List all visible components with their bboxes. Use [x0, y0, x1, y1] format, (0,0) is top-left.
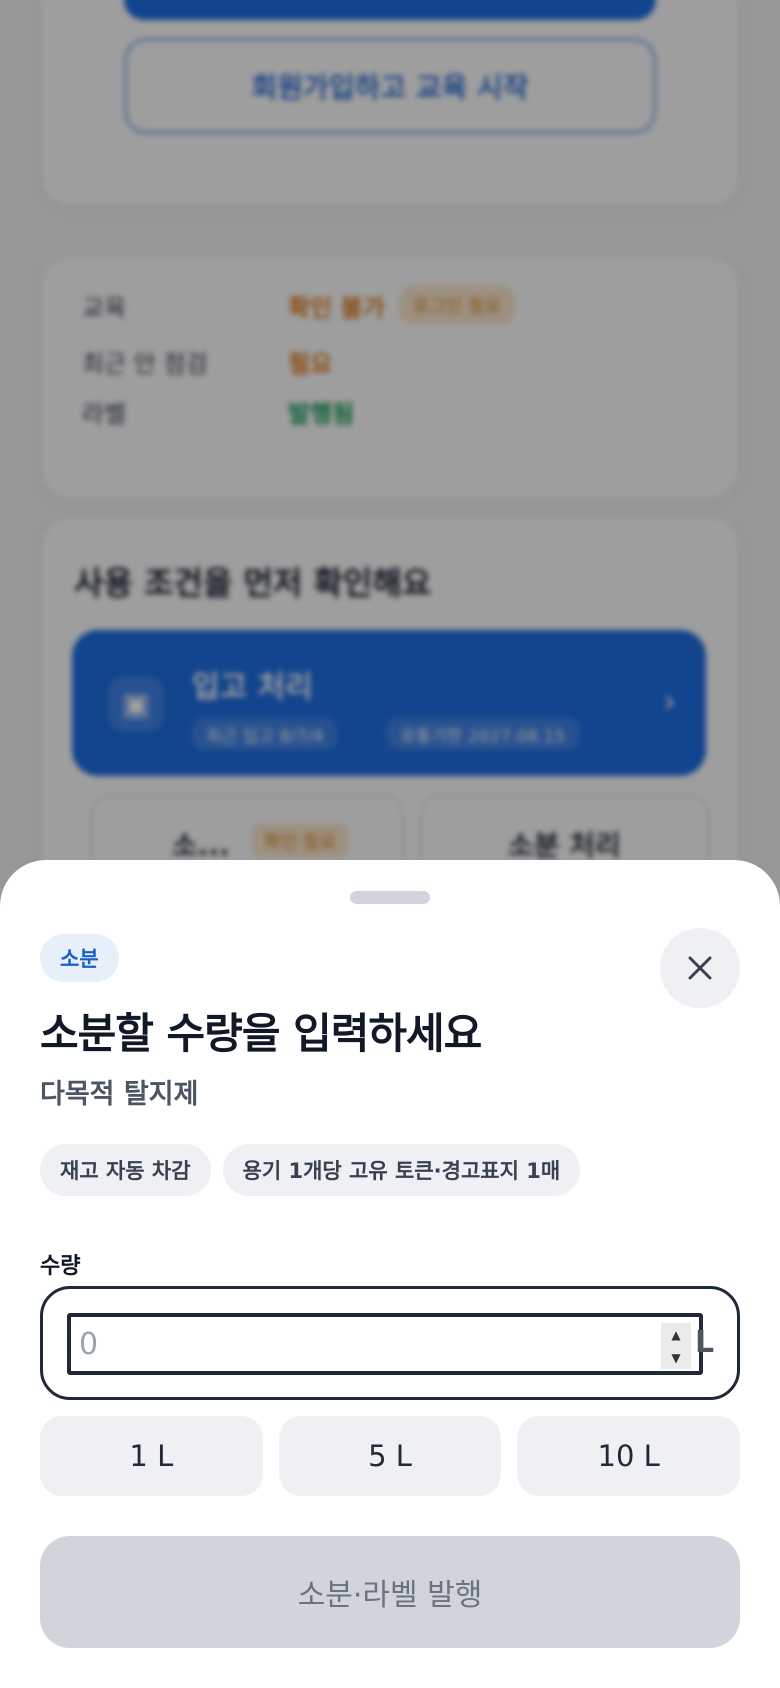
close-button[interactable] [660, 928, 740, 1008]
page: 회원가입하고 교육 시작 교육 확인 불가 로그인 필요 최근 안 점검 필요 … [0, 0, 780, 1688]
quantity-field: ▲ ▼ L [40, 1286, 740, 1400]
sheet-title: 소분할 수량을 입력하세요 [40, 1009, 482, 1058]
preset-10l-button[interactable]: 10 L [517, 1416, 741, 1496]
quantity-input[interactable] [67, 1313, 703, 1375]
bottom-sheet: 소분 소분할 수량을 입력하세요 다목적 탈지제 재고 자동 차감 용기 1개당… [0, 860, 780, 1688]
chevron-down-icon[interactable]: ▼ [671, 1352, 680, 1364]
preset-5l-button[interactable]: 5 L [278, 1416, 502, 1496]
sheet-drag-handle[interactable] [350, 891, 430, 904]
close-icon [688, 956, 712, 980]
product-name: 다목적 탈지제 [40, 1079, 199, 1110]
chevron-up-icon[interactable]: ▲ [671, 1329, 680, 1341]
quantity-stepper[interactable]: ▲ ▼ [661, 1323, 691, 1369]
info-chips: 재고 자동 차감 용기 1개당 고유 토큰·경고표지 1매 [40, 1144, 581, 1196]
quantity-label: 수량 [40, 1254, 81, 1279]
preset-1l-button[interactable]: 1 L [40, 1416, 263, 1496]
quantity-presets: 1 L 5 L 10 L [40, 1416, 741, 1496]
issue-label-button[interactable]: 소분·라벨 발행 [40, 1536, 740, 1648]
info-chip: 재고 자동 차감 [40, 1144, 211, 1196]
unit-label: L [695, 1325, 715, 1360]
info-chip: 용기 1개당 고유 토큰·경고표지 1매 [222, 1144, 581, 1196]
category-badge: 소분 [40, 934, 119, 982]
